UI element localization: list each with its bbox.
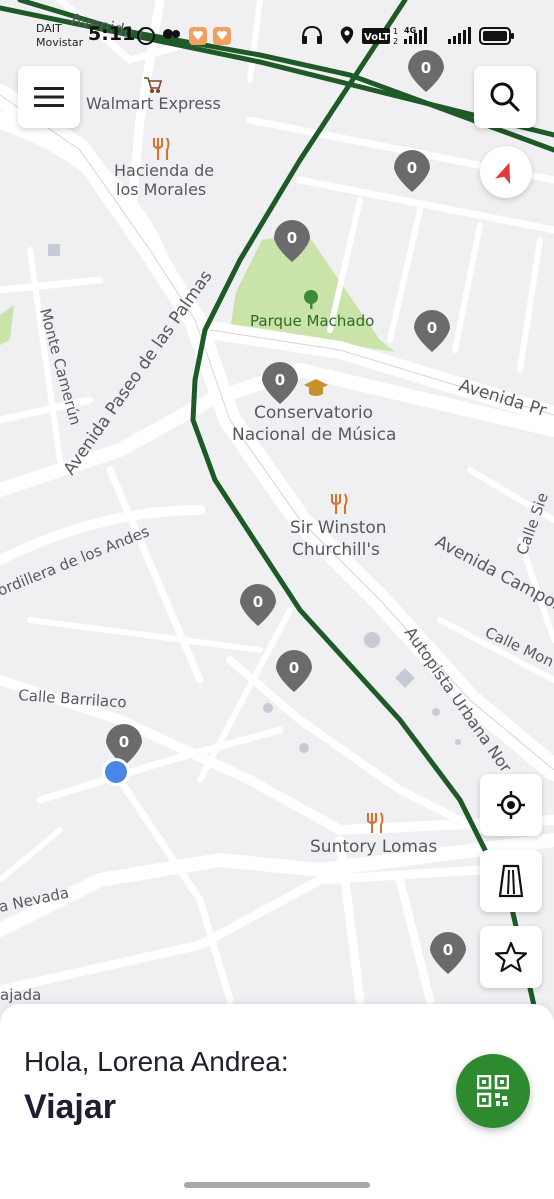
station-icon [498, 864, 524, 898]
compass-icon [495, 162, 511, 184]
status-bar: DAIT Movistar 5:11 VoLTE 1 2 4G [0, 0, 554, 70]
poi-conservatorio-line1: Conservatorio [254, 403, 373, 423]
poi-suntory: Suntory Lomas [310, 837, 437, 857]
greeting-text: Hola, Lorena Andrea: [24, 1046, 289, 1077]
search-button[interactable] [474, 66, 536, 128]
compass-button[interactable] [480, 146, 532, 198]
station-marker-count: 0 [119, 733, 129, 751]
station-marker-count: 0 [253, 593, 263, 611]
people-icon [163, 29, 173, 39]
station-marker-count: 0 [443, 941, 453, 959]
qr-scan-button[interactable] [456, 1054, 530, 1128]
signal-icon-2 [448, 27, 471, 44]
carrier-top: DAIT [36, 22, 62, 35]
carrier-name: Movistar [36, 36, 84, 49]
carrier-label: DAIT Movistar [36, 22, 83, 50]
qr-code-icon [477, 1075, 509, 1107]
locate-button[interactable] [480, 774, 542, 836]
system-icons: VoLTE 1 2 4G [302, 25, 514, 46]
station-marker-count: 0 [275, 371, 285, 389]
poi-winston-line2: Churchill's [292, 540, 380, 560]
svg-text:1: 1 [393, 27, 398, 36]
poi-conservatorio-line2: Nacional de Música [232, 425, 396, 445]
poi-hacienda-line2: los Morales [116, 180, 206, 199]
street-ajada: ajada [0, 986, 41, 1004]
poi-parque: Parque Machado [250, 312, 374, 330]
favorites-button[interactable] [480, 926, 542, 988]
user-location-dot [105, 761, 127, 783]
volte-label: VoLTE [364, 32, 397, 43]
station-marker-count: 0 [427, 319, 437, 337]
stations-button[interactable] [480, 850, 542, 912]
alarm-icon [137, 27, 155, 45]
hamburger-menu-icon [34, 87, 64, 107]
svg-text:2: 2 [393, 37, 398, 46]
map[interactable]: Walmart Express Hacienda de los Morales … [0, 0, 554, 1010]
notification-icons [137, 27, 231, 45]
station-marker-count: 0 [289, 659, 299, 677]
menu-button[interactable] [18, 66, 80, 128]
bottom-sheet: Hola, Lorena Andrea: Viajar [0, 1004, 554, 1199]
locate-icon [497, 791, 525, 819]
travel-heading[interactable]: Viajar [24, 1088, 116, 1127]
star-icon [495, 941, 527, 973]
station-marker-count: 0 [287, 229, 297, 247]
station-marker-count: 0 [407, 159, 417, 177]
poi-winston-line1: Sir Winston [290, 518, 387, 538]
poi-walmart: Walmart Express [86, 94, 221, 113]
home-indicator[interactable] [184, 1182, 370, 1188]
search-icon [490, 82, 520, 112]
poi-hacienda-line1: Hacienda de [114, 161, 214, 180]
status-time: 5:11 [88, 23, 136, 45]
